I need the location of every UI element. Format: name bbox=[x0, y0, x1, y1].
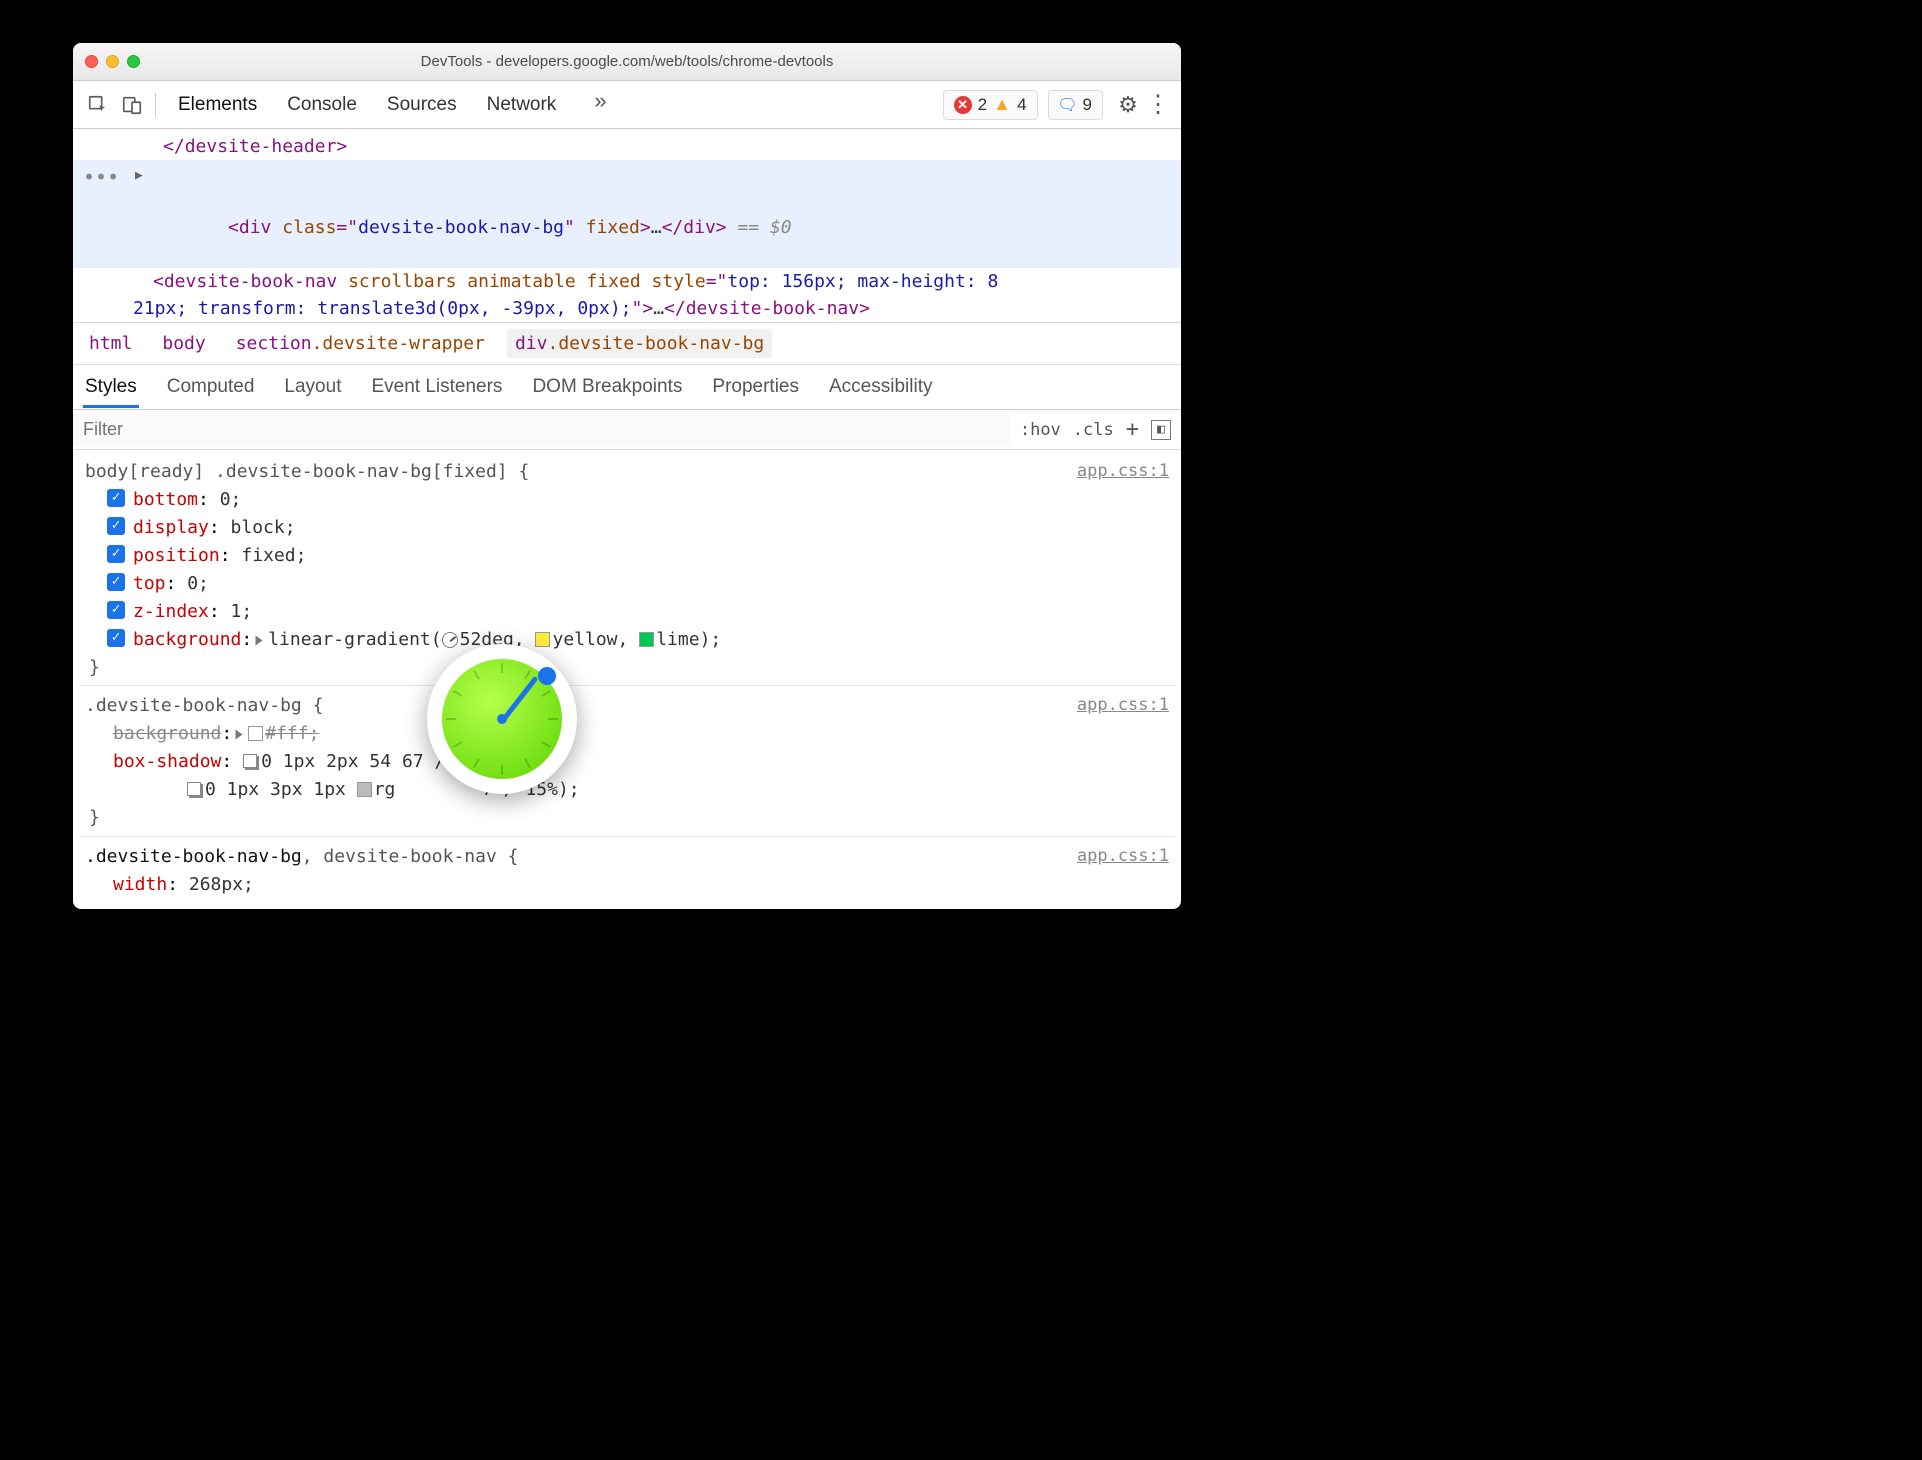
dom-line[interactable]: 21px; transform: translate3d(0px, -39px,… bbox=[73, 295, 1181, 322]
color-swatch-icon[interactable] bbox=[639, 632, 654, 647]
shadow-icon[interactable] bbox=[187, 782, 201, 796]
devtools-window: DevTools - developers.google.com/web/too… bbox=[73, 43, 1181, 908]
inspect-icon[interactable] bbox=[81, 88, 115, 122]
styles-panel: app.css:1 body[ready] .devsite-book-nav-… bbox=[73, 450, 1181, 908]
decl-box-shadow-cont[interactable]: 0 1px 3px 1px rg 7 / 15%); bbox=[107, 776, 1169, 804]
issues-count-value: 9 bbox=[1083, 95, 1092, 115]
decl-display[interactable]: ✓display: block; bbox=[107, 514, 1169, 542]
decl-bottom[interactable]: ✓bottom: 0; bbox=[107, 486, 1169, 514]
crumb-body[interactable]: body bbox=[154, 329, 213, 358]
filter-input[interactable] bbox=[73, 413, 1010, 446]
css-rule: app.css:1 .devsite-book-nav-bg { backgro… bbox=[79, 686, 1175, 836]
expand-caret-icon[interactable]: ▶ bbox=[135, 166, 143, 186]
kebab-menu-icon[interactable]: ⋮ bbox=[1143, 90, 1173, 119]
error-count-value: 2 bbox=[978, 95, 987, 115]
checkbox-icon[interactable]: ✓ bbox=[107, 545, 125, 563]
subtab-accessibility[interactable]: Accessibility bbox=[827, 366, 934, 408]
tab-network[interactable]: Network bbox=[485, 88, 559, 122]
subtab-styles[interactable]: Styles bbox=[83, 366, 139, 408]
decl-box-shadow[interactable]: box-shadow: 0 1px 2px 54 67 / 30%), bbox=[107, 748, 1169, 776]
source-link[interactable]: app.css:1 bbox=[1077, 843, 1169, 869]
close-icon[interactable] bbox=[85, 55, 98, 68]
checkbox-icon[interactable]: ✓ bbox=[107, 601, 125, 619]
clock-hand[interactable] bbox=[500, 676, 538, 723]
traffic-lights bbox=[85, 55, 140, 68]
tab-console[interactable]: Console bbox=[285, 88, 359, 122]
main-toolbar: Elements Console Sources Network » ✕ 2 ▲… bbox=[73, 81, 1181, 129]
close-brace: } bbox=[85, 804, 1169, 832]
clock-face[interactable] bbox=[442, 659, 562, 779]
hov-toggle[interactable]: :hov bbox=[1020, 420, 1061, 440]
styles-filter-bar: :hov .cls + ◧ bbox=[73, 410, 1181, 450]
breadcrumb: html body section.devsite-wrapper div.de… bbox=[73, 322, 1181, 364]
source-link[interactable]: app.css:1 bbox=[1077, 458, 1169, 484]
error-count[interactable]: ✕ 2 ▲ 4 bbox=[943, 90, 1038, 120]
subtab-computed[interactable]: Computed bbox=[165, 366, 257, 408]
filter-tools: :hov .cls + ◧ bbox=[1010, 417, 1181, 442]
dom-line-selected[interactable]: ••• ▶<div class="devsite-book-nav-bg" fi… bbox=[73, 160, 1181, 268]
color-swatch-icon[interactable] bbox=[248, 726, 263, 741]
settings-icon[interactable]: ⚙ bbox=[1113, 92, 1143, 118]
panel-tabs: Elements Console Sources Network » bbox=[176, 88, 943, 122]
device-toggle-icon[interactable] bbox=[115, 88, 149, 122]
issue-icon: 🗨 bbox=[1059, 96, 1077, 114]
angle-swatch-icon[interactable] bbox=[442, 632, 458, 648]
issue-counters: ✕ 2 ▲ 4 🗨 9 bbox=[943, 90, 1103, 120]
selector[interactable]: .devsite-book-nav-bg { bbox=[85, 692, 1169, 720]
checkbox-icon[interactable]: ✓ bbox=[107, 489, 125, 507]
clock-knob[interactable] bbox=[538, 667, 556, 685]
crumb-div[interactable]: div.devsite-book-nav-bg bbox=[507, 329, 772, 358]
dom-line[interactable]: </devsite-header> bbox=[73, 133, 1181, 160]
source-link[interactable]: app.css:1 bbox=[1077, 692, 1169, 718]
expand-icon[interactable] bbox=[236, 730, 243, 740]
decl-width[interactable]: width: 268px; bbox=[107, 871, 1169, 899]
subtab-properties[interactable]: Properties bbox=[710, 366, 801, 408]
subtab-event-listeners[interactable]: Event Listeners bbox=[369, 366, 504, 408]
minimize-icon[interactable] bbox=[106, 55, 119, 68]
selector[interactable]: body[ready] .devsite-book-nav-bg[fixed] … bbox=[85, 458, 1169, 486]
tab-sources[interactable]: Sources bbox=[385, 88, 459, 122]
dom-line[interactable]: <devsite-book-nav scrollbars animatable … bbox=[73, 268, 1181, 295]
angle-clock-popover[interactable] bbox=[427, 644, 577, 794]
css-rule: app.css:1 .devsite-book-nav-bg, devsite-… bbox=[79, 837, 1175, 903]
cls-toggle[interactable]: .cls bbox=[1073, 420, 1114, 440]
computed-toggle-icon[interactable]: ◧ bbox=[1151, 420, 1171, 440]
error-icon: ✕ bbox=[954, 96, 972, 114]
issues-count[interactable]: 🗨 9 bbox=[1048, 90, 1103, 120]
color-swatch-icon[interactable] bbox=[535, 632, 550, 647]
checkbox-icon[interactable]: ✓ bbox=[107, 629, 125, 647]
new-rule-button[interactable]: + bbox=[1126, 417, 1139, 442]
decl-position[interactable]: ✓position: fixed; bbox=[107, 542, 1169, 570]
decl-background[interactable]: ✓background:linear-gradient(52deg, yello… bbox=[107, 626, 1169, 654]
decl-background-struck[interactable]: background:#fff; bbox=[107, 720, 1169, 748]
warning-count-value: 4 bbox=[1017, 95, 1026, 115]
ellipsis-icon[interactable]: ••• bbox=[83, 162, 119, 192]
selector[interactable]: .devsite-book-nav-bg, devsite-book-nav { bbox=[85, 843, 1169, 871]
decl-top[interactable]: ✓top: 0; bbox=[107, 570, 1169, 598]
tab-elements[interactable]: Elements bbox=[176, 88, 259, 122]
subtab-dom-breakpoints[interactable]: DOM Breakpoints bbox=[530, 366, 684, 408]
maximize-icon[interactable] bbox=[127, 55, 140, 68]
warning-icon: ▲ bbox=[993, 96, 1011, 114]
styles-subtabs: Styles Computed Layout Event Listeners D… bbox=[73, 364, 1181, 410]
subtab-layout[interactable]: Layout bbox=[282, 366, 343, 408]
expand-icon[interactable] bbox=[256, 635, 263, 645]
crumb-section[interactable]: section.devsite-wrapper bbox=[228, 329, 493, 358]
decl-zindex[interactable]: ✓z-index: 1; bbox=[107, 598, 1169, 626]
dom-tree[interactable]: </devsite-header> ••• ▶<div class="devsi… bbox=[73, 129, 1181, 322]
color-swatch-icon[interactable] bbox=[357, 782, 372, 797]
css-rule: app.css:1 body[ready] .devsite-book-nav-… bbox=[79, 452, 1175, 686]
titlebar: DevTools - developers.google.com/web/too… bbox=[73, 43, 1181, 81]
crumb-html[interactable]: html bbox=[81, 329, 140, 358]
shadow-icon[interactable] bbox=[243, 754, 257, 768]
checkbox-icon[interactable]: ✓ bbox=[107, 517, 125, 535]
more-tabs-icon[interactable]: » bbox=[584, 88, 616, 122]
window-title: DevTools - developers.google.com/web/too… bbox=[73, 53, 1181, 70]
divider bbox=[155, 93, 156, 117]
checkbox-icon[interactable]: ✓ bbox=[107, 573, 125, 591]
close-brace: } bbox=[85, 654, 1169, 682]
